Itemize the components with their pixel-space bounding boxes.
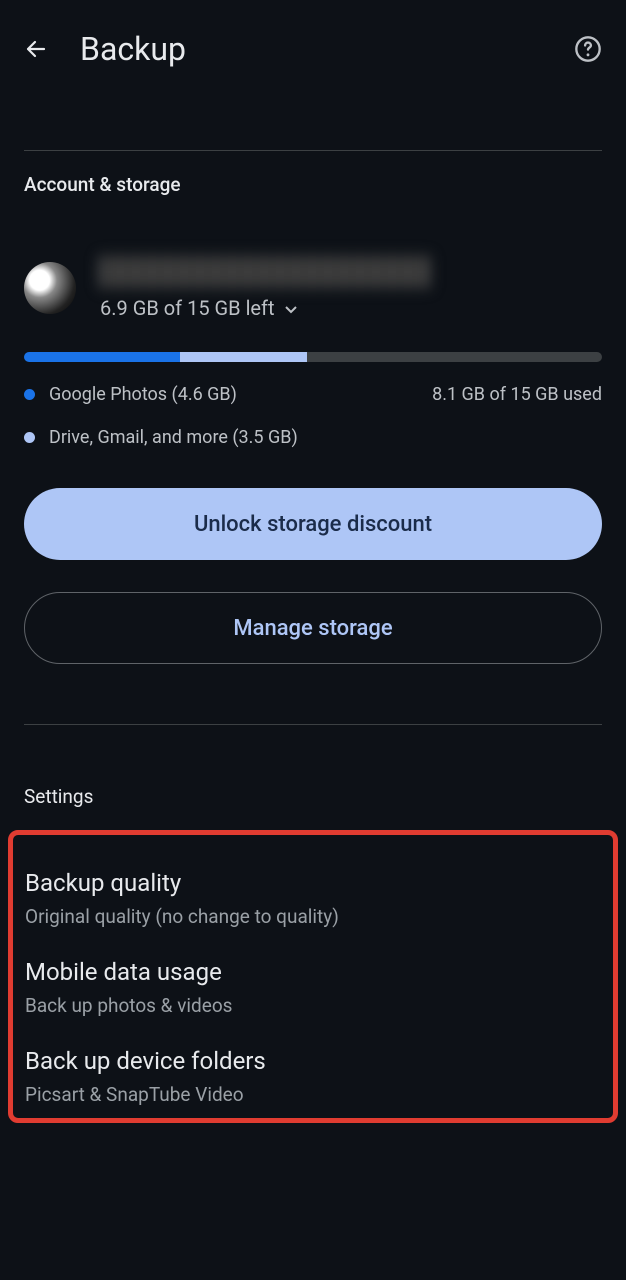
settings-item-sub: Picsart & SnapTube Video bbox=[25, 1083, 601, 1106]
avatar bbox=[24, 262, 76, 314]
settings-item-title: Back up device folders bbox=[25, 1047, 601, 1075]
account-info: 6.9 GB of 15 GB left bbox=[100, 256, 602, 320]
legend-dot-drive bbox=[24, 432, 35, 443]
settings-item-backup-quality[interactable]: Backup quality Original quality (no chan… bbox=[25, 839, 601, 928]
storage-used-text: 8.1 GB of 15 GB used bbox=[432, 384, 602, 405]
legend-dot-photos bbox=[24, 389, 35, 400]
storage-legend: Google Photos (4.6 GB) 8.1 GB of 15 GB u… bbox=[0, 362, 626, 448]
legend-photos-text: Google Photos (4.6 GB) bbox=[49, 384, 237, 405]
manage-storage-button[interactable]: Manage storage bbox=[24, 592, 602, 664]
storage-left-text: 6.9 GB of 15 GB left bbox=[100, 296, 275, 320]
unlock-storage-button[interactable]: Unlock storage discount bbox=[24, 488, 602, 560]
account-email-blurred bbox=[100, 256, 430, 288]
settings-item-mobile-data[interactable]: Mobile data usage Back up photos & video… bbox=[25, 928, 601, 1017]
settings-item-sub: Back up photos & videos bbox=[25, 994, 601, 1017]
app-header: Backup bbox=[0, 0, 626, 88]
account-section-header: Account & storage bbox=[0, 151, 626, 208]
settings-item-sub: Original quality (no change to quality) bbox=[25, 905, 601, 928]
settings-item-title: Mobile data usage bbox=[25, 958, 601, 986]
back-button[interactable] bbox=[24, 37, 48, 61]
help-icon[interactable] bbox=[574, 35, 602, 63]
chevron-down-icon bbox=[285, 299, 297, 318]
storage-bar-drive-segment bbox=[180, 352, 307, 362]
page-title: Backup bbox=[80, 30, 186, 68]
legend-drive-text: Drive, Gmail, and more (3.5 GB) bbox=[49, 427, 298, 448]
storage-bar-free-segment bbox=[307, 352, 602, 362]
storage-bar bbox=[24, 352, 602, 362]
settings-item-title: Backup quality bbox=[25, 869, 601, 897]
settings-item-device-folders[interactable]: Back up device folders Picsart & SnapTub… bbox=[25, 1017, 601, 1106]
account-row[interactable]: 6.9 GB of 15 GB left bbox=[0, 208, 626, 326]
highlight-annotation-box: Backup quality Original quality (no chan… bbox=[8, 830, 618, 1123]
settings-section-header: Settings bbox=[0, 725, 626, 808]
storage-bar-photos-segment bbox=[24, 352, 180, 362]
